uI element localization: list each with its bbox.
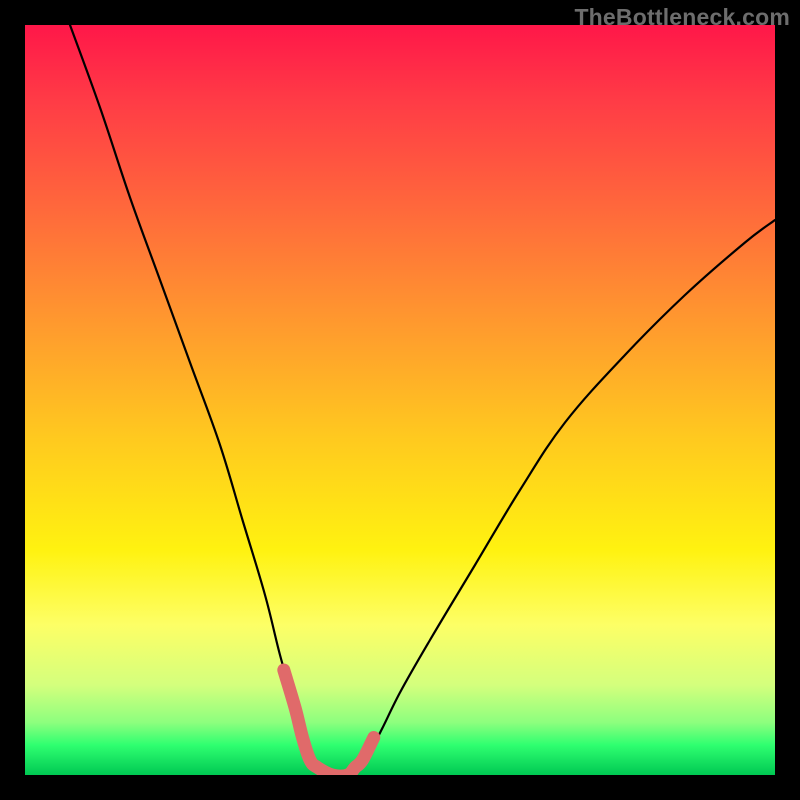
chart-plot-area bbox=[25, 25, 775, 775]
bottleneck-curve bbox=[70, 25, 775, 775]
curve-svg bbox=[25, 25, 775, 775]
bottleneck-marker bbox=[284, 670, 374, 775]
chart-frame: TheBottleneck.com bbox=[0, 0, 800, 800]
